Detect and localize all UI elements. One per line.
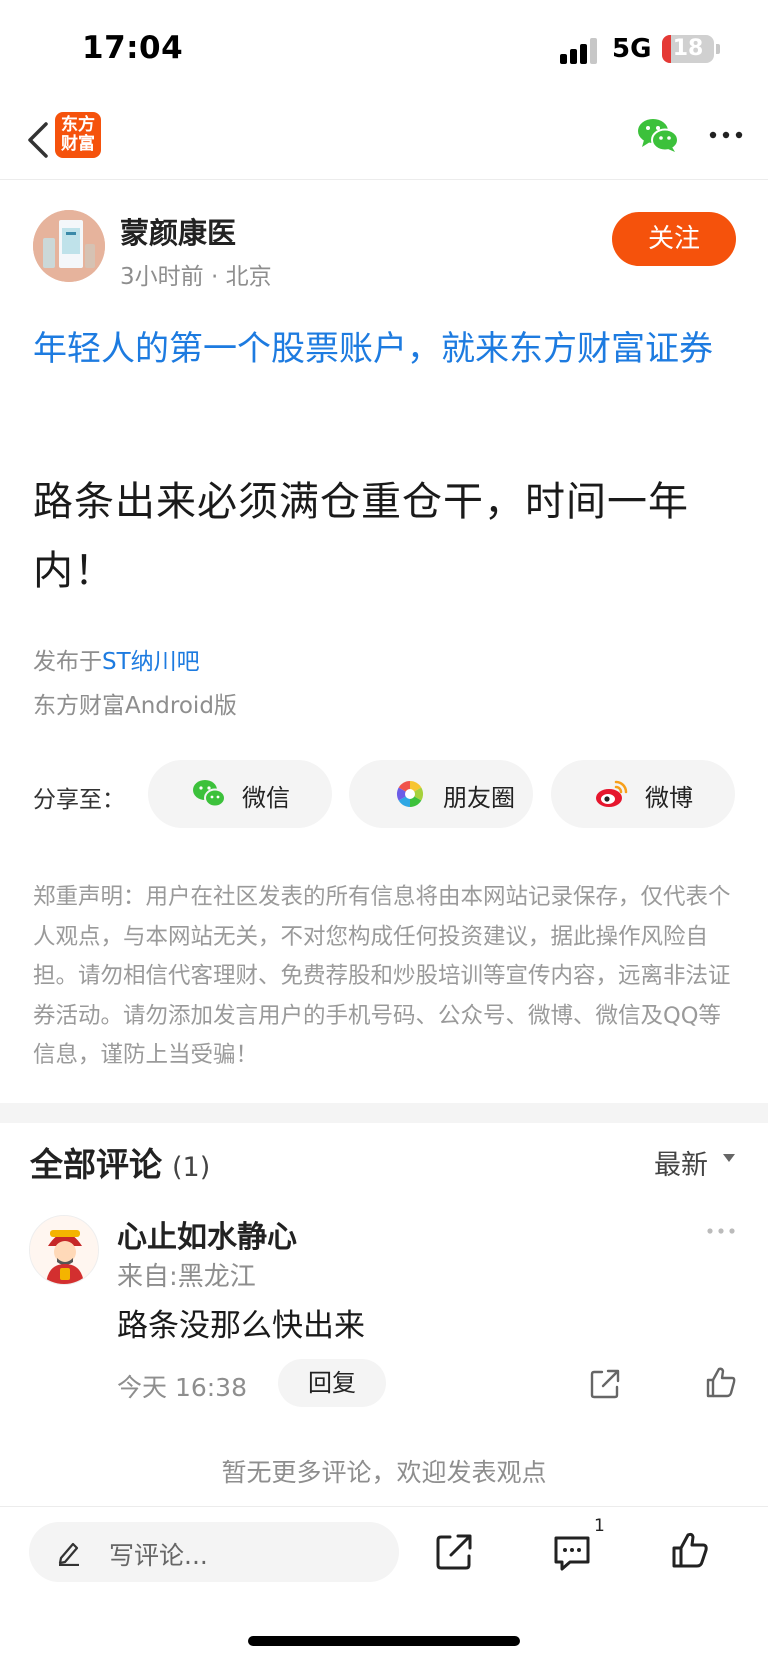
comment-text: 路条没那么快出来 xyxy=(117,1308,365,1344)
comments-title: 全部评论 (1) xyxy=(30,1145,211,1184)
more-icon[interactable] xyxy=(705,1226,737,1236)
share-moments-button[interactable]: 朋友圈 xyxy=(349,760,533,828)
reply-button[interactable]: 回复 xyxy=(278,1359,386,1407)
comment-avatar[interactable] xyxy=(29,1215,99,1285)
signal-strength-icon xyxy=(560,38,602,64)
sort-select[interactable]: 最新 xyxy=(654,1143,708,1182)
comment-location: 来自:黑龙江 xyxy=(117,1262,256,1292)
comment-count-badge: 1 xyxy=(594,1516,605,1536)
disclaimer: 郑重声明：用户在社区发表的所有信息将由本网站记录保存，仅代表个人观点，与本网站无… xyxy=(33,884,731,1068)
share-icon[interactable] xyxy=(434,1532,474,1572)
comment-icon[interactable] xyxy=(552,1534,592,1572)
post-body: 路条出来必须满仓重仓干，时间一年内！ xyxy=(33,479,689,594)
network-label: 5G xyxy=(612,34,652,64)
pen-icon xyxy=(58,1542,79,1566)
share-weibo-button[interactable]: 微博 xyxy=(551,760,735,828)
share-icon[interactable] xyxy=(588,1367,622,1401)
share-label: 分享至： xyxy=(33,787,125,813)
status-bar: 17:04 5G 18 xyxy=(0,0,768,100)
client-source: 东方财富Android版 xyxy=(33,693,237,719)
wechat-icon xyxy=(193,780,226,808)
chevron-down-icon[interactable] xyxy=(722,1153,736,1163)
battery-level: 18 xyxy=(672,36,704,61)
share-wechat-button[interactable]: 微信 xyxy=(148,760,332,828)
published-in: 发布于ST纳川吧 xyxy=(33,649,200,675)
wechat-icon[interactable] xyxy=(636,116,680,154)
back-icon[interactable] xyxy=(18,118,58,162)
share-wechat-label: 微信 xyxy=(242,784,290,812)
author-avatar[interactable] xyxy=(33,210,105,282)
comments-count: (1) xyxy=(172,1152,211,1183)
no-more-comments: 暂无更多评论，欢迎发表观点 xyxy=(221,1458,547,1487)
post-meta: 3小时前 · 北京 xyxy=(120,264,272,290)
forum-link[interactable]: ST纳川吧 xyxy=(102,649,200,675)
app-logo: 东方 财富 xyxy=(55,112,101,158)
section-divider xyxy=(0,1103,768,1123)
home-indicator xyxy=(248,1636,520,1646)
more-icon[interactable] xyxy=(708,128,744,142)
comment-time: 今天 16:38 xyxy=(117,1373,247,1402)
moments-icon xyxy=(396,780,424,808)
battery-icon: 18 xyxy=(662,35,714,63)
comment-input-placeholder: 写评论... xyxy=(109,1541,208,1570)
weibo-icon xyxy=(596,780,628,807)
comment-user[interactable]: 心止如水静心 xyxy=(117,1212,297,1256)
status-time: 17:04 xyxy=(82,30,184,66)
promo-link[interactable]: 年轻人的第一个股票账户，就来东方财富证券 xyxy=(33,322,743,376)
share-weibo-label: 微博 xyxy=(645,784,693,812)
follow-button[interactable]: 关注 xyxy=(612,212,736,266)
thumbs-up-icon[interactable] xyxy=(670,1530,710,1570)
thumbs-up-icon[interactable] xyxy=(704,1365,738,1399)
comment-input[interactable]: 写评论... xyxy=(29,1522,399,1582)
share-moments-label: 朋友圈 xyxy=(443,784,515,812)
author-name[interactable]: 蒙颜康医 xyxy=(120,210,236,252)
